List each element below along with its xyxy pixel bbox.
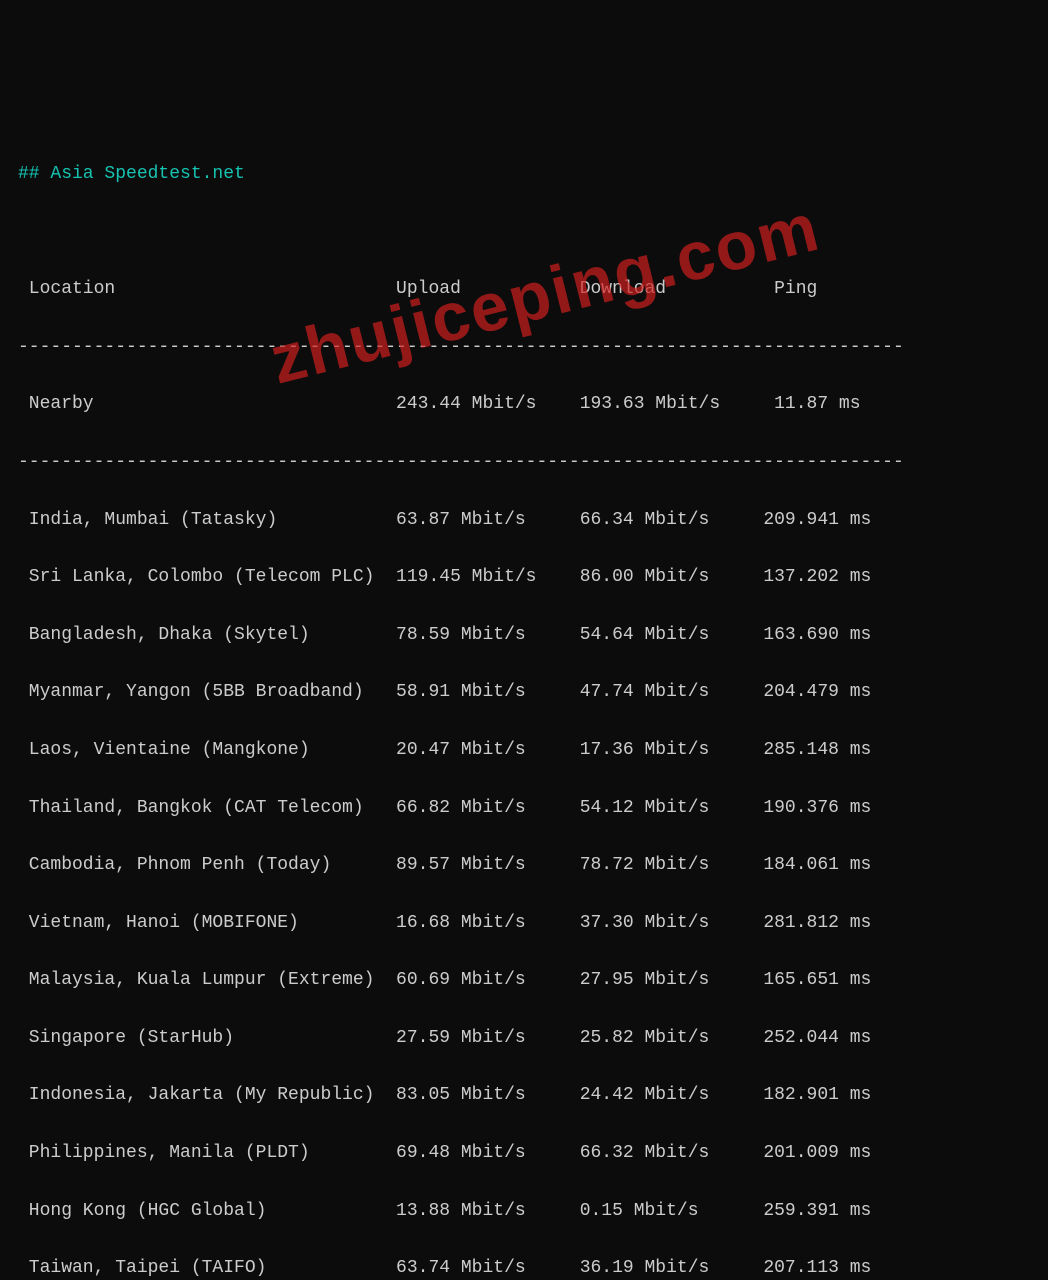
table-row: Laos, Vientaine (Mangkone) 20.47 Mbit/s … [18,736,1030,765]
table-row: Taiwan, Taipei (TAIFO) 63.74 Mbit/s 36.1… [18,1254,1030,1280]
table-row: Sri Lanka, Colombo (Telecom PLC) 119.45 … [18,563,1030,592]
table-row: Myanmar, Yangon (5BB Broadband) 58.91 Mb… [18,678,1030,707]
section-title: ## Asia Speedtest.net [18,160,1030,189]
table-row: India, Mumbai (Tatasky) 63.87 Mbit/s 66.… [18,506,1030,535]
separator: ----------------------------------------… [18,448,1030,477]
table-row: Malaysia, Kuala Lumpur (Extreme) 60.69 M… [18,966,1030,995]
table-row: Philippines, Manila (PLDT) 69.48 Mbit/s … [18,1139,1030,1168]
table-row: Singapore (StarHub) 27.59 Mbit/s 25.82 M… [18,1024,1030,1053]
table-row: Cambodia, Phnom Penh (Today) 89.57 Mbit/… [18,851,1030,880]
separator: ----------------------------------------… [18,333,1030,362]
table-row: Hong Kong (HGC Global) 13.88 Mbit/s 0.15… [18,1197,1030,1226]
table-header-row: Location Upload Download Ping [18,275,1030,304]
nearby-row: Nearby 243.44 Mbit/s 193.63 Mbit/s 11.87… [18,390,1030,419]
table-row: Vietnam, Hanoi (MOBIFONE) 16.68 Mbit/s 3… [18,909,1030,938]
table-row: Bangladesh, Dhaka (Skytel) 78.59 Mbit/s … [18,621,1030,650]
table-row: Indonesia, Jakarta (My Republic) 83.05 M… [18,1081,1030,1110]
terminal-output: ## Asia Speedtest.net Location Upload Do… [18,131,1030,1280]
table-row: Thailand, Bangkok (CAT Telecom) 66.82 Mb… [18,794,1030,823]
